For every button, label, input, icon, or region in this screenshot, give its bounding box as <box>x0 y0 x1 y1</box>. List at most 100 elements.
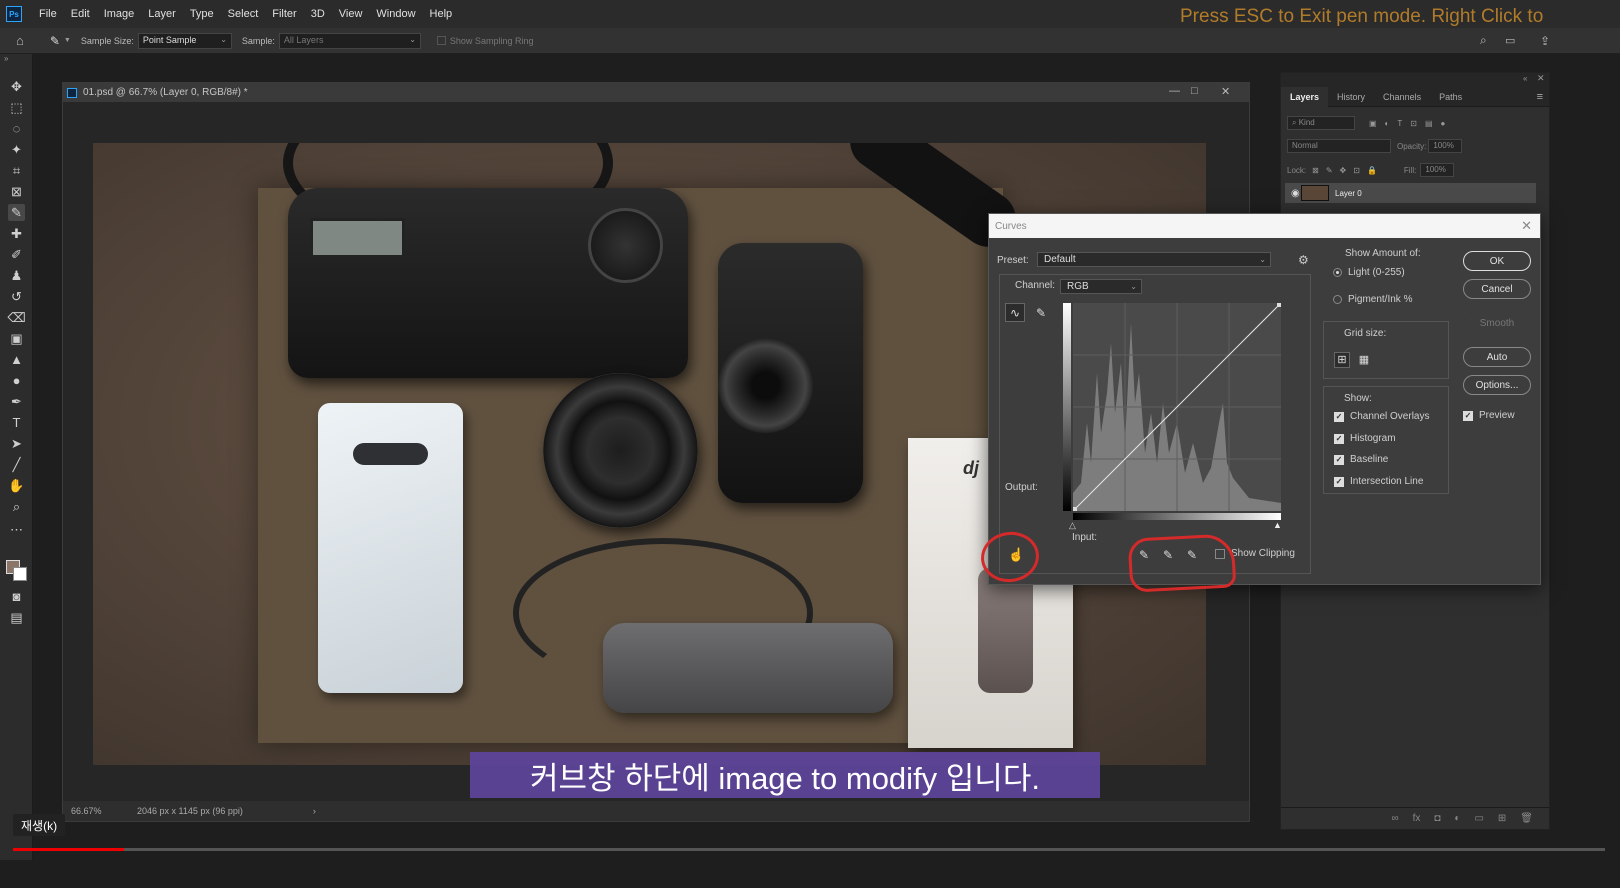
folder-icon[interactable]: ▭ <box>1474 813 1483 824</box>
fill-input[interactable]: 100% <box>1420 163 1455 177</box>
quick-mask-icon[interactable]: ◙ <box>8 588 25 605</box>
close-icon[interactable]: ✕ <box>1221 85 1230 98</box>
light-radio[interactable]: Light (0-255) <box>1333 267 1405 278</box>
opacity-input[interactable]: 100% <box>1428 139 1463 153</box>
auto-button[interactable]: Auto <box>1463 347 1531 367</box>
layer-kind-filter[interactable]: ⌕ Kind <box>1287 116 1355 130</box>
fx-icon[interactable]: fx <box>1413 813 1421 824</box>
expand-icon[interactable]: » <box>4 54 8 63</box>
pigment-radio[interactable]: Pigment/Ink % <box>1333 294 1412 305</box>
eye-icon[interactable]: ◉ <box>1291 188 1300 199</box>
white-point-slider[interactable]: ▲ <box>1273 520 1282 530</box>
menu-edit[interactable]: Edit <box>64 8 97 20</box>
chevron-right-icon[interactable]: › <box>313 806 316 816</box>
menu-view[interactable]: View <box>332 8 370 20</box>
more-tools-icon[interactable]: ⋯ <box>8 521 25 538</box>
show-sampling-ring-checkbox[interactable]: Show Sampling Ring <box>436 36 533 46</box>
minimize-icon[interactable]: — <box>1169 85 1180 97</box>
preset-gear-icon[interactable]: ⚙ <box>1298 253 1309 267</box>
curves-titlebar[interactable]: Curves ✕ <box>989 214 1540 238</box>
menu-3d[interactable]: 3D <box>304 8 332 20</box>
new-layer-icon[interactable]: ⊞ <box>1498 813 1506 824</box>
menu-file[interactable]: File <box>32 8 64 20</box>
blend-mode-select[interactable]: Normal <box>1287 139 1391 153</box>
brush-tool-icon[interactable]: ✐ <box>8 246 25 263</box>
type-tool-icon[interactable]: T <box>8 414 25 431</box>
maximize-icon[interactable]: □ <box>1191 85 1198 97</box>
gray-eyedropper-icon[interactable]: ✎ <box>1163 548 1173 562</box>
frame-tool-icon[interactable]: ⊠ <box>8 183 25 200</box>
menu-select[interactable]: Select <box>221 8 266 20</box>
menu-window[interactable]: Window <box>369 8 422 20</box>
video-progress-bar[interactable] <box>13 848 1605 851</box>
close-icon[interactable]: ✕ <box>1521 218 1532 234</box>
curve-graph[interactable] <box>1073 303 1281 511</box>
tab-layers[interactable]: Layers <box>1281 86 1329 107</box>
dodge-tool-icon[interactable]: ● <box>8 372 25 389</box>
simple-grid-icon[interactable]: ⊞ <box>1334 352 1350 368</box>
pencil-draw-icon[interactable]: ✎ <box>1031 303 1051 322</box>
ok-button[interactable]: OK <box>1463 251 1531 271</box>
blur-tool-icon[interactable]: ▲ <box>8 351 25 368</box>
curve-point-tool-icon[interactable]: ∿ <box>1005 303 1025 322</box>
preview-checkbox[interactable]: ✓ Preview <box>1463 410 1515 421</box>
tab-paths[interactable]: Paths <box>1430 87 1471 107</box>
menu-help[interactable]: Help <box>423 8 460 20</box>
zoom-level[interactable]: 66.67% <box>71 806 131 816</box>
healing-brush-tool-icon[interactable]: ✚ <box>8 225 25 242</box>
collapse-icon[interactable]: « <box>1523 74 1527 83</box>
tab-channels[interactable]: Channels <box>1374 87 1430 107</box>
crop-tool-icon[interactable]: ⌗ <box>8 162 25 179</box>
chevron-down-icon[interactable]: ▼ <box>64 37 71 44</box>
background-color-swatch[interactable] <box>13 567 27 581</box>
histogram-checkbox[interactable]: ✓ Histogram <box>1334 433 1396 444</box>
panel-menu-icon[interactable]: ≡ <box>1537 91 1543 103</box>
eyedropper-tool-icon[interactable]: ✎ <box>50 34 60 48</box>
channel-overlays-checkbox[interactable]: ✓ Channel Overlays <box>1334 411 1429 422</box>
filter-icons[interactable]: ▣◐T⊡▤● <box>1369 119 1453 128</box>
lock-icons[interactable]: ⊠✎✥⊡🔒 <box>1312 166 1384 175</box>
lasso-tool-icon[interactable]: ◌ <box>8 120 25 137</box>
search-icon[interactable]: ⌕ <box>1480 33 1487 48</box>
workspace-icon[interactable]: ▭ <box>1505 34 1515 47</box>
baseline-checkbox[interactable]: ✓ Baseline <box>1334 454 1388 465</box>
pen-tool-icon[interactable]: ✒ <box>8 393 25 410</box>
share-icon[interactable]: ⇪ <box>1540 34 1550 48</box>
adjustment-icon[interactable]: ◐ <box>1454 813 1460 824</box>
menu-filter[interactable]: Filter <box>265 8 303 20</box>
on-image-adjust-icon[interactable]: ☝ <box>1008 547 1024 563</box>
cancel-button[interactable]: Cancel <box>1463 279 1531 299</box>
hand-tool-icon[interactable]: ✋ <box>8 477 25 494</box>
trash-icon[interactable]: 🗑 <box>1520 813 1533 824</box>
magic-wand-tool-icon[interactable]: ✦ <box>8 141 25 158</box>
marquee-tool-icon[interactable]: ⬚ <box>8 99 25 116</box>
mask-icon[interactable]: ◘ <box>1434 813 1440 824</box>
tab-history[interactable]: History <box>1328 87 1374 107</box>
preset-select[interactable]: Default ⌄ <box>1037 252 1271 267</box>
menu-layer[interactable]: Layer <box>141 8 183 20</box>
eyedropper-tool-icon[interactable]: ✎ <box>8 204 25 221</box>
show-clipping-checkbox[interactable]: Show Clipping <box>1215 548 1295 559</box>
sample-select[interactable]: All Layers ⌄ <box>278 32 421 49</box>
layer-row[interactable]: ◉ Layer 0 <box>1285 183 1536 203</box>
home-icon[interactable]: ⌂ <box>16 33 24 48</box>
gradient-tool-icon[interactable]: ▣ <box>8 330 25 347</box>
black-eyedropper-icon[interactable]: ✎ <box>1139 548 1149 562</box>
history-brush-tool-icon[interactable]: ↺ <box>8 288 25 305</box>
menu-type[interactable]: Type <box>183 8 221 20</box>
zoom-tool-icon[interactable]: ⌕ <box>8 498 25 515</box>
eraser-tool-icon[interactable]: ⌫ <box>7 309 25 326</box>
screen-mode-icon[interactable]: ▤ <box>8 609 25 626</box>
move-tool-icon[interactable]: ✥ <box>8 78 25 95</box>
smooth-button[interactable]: Smooth <box>1463 313 1531 333</box>
line-tool-icon[interactable]: ╱ <box>8 456 25 473</box>
path-selection-tool-icon[interactable]: ➤ <box>8 435 25 452</box>
intersection-line-checkbox[interactable]: ✓ Intersection Line <box>1334 476 1423 487</box>
close-icon[interactable]: ✕ <box>1537 73 1545 84</box>
menu-image[interactable]: Image <box>97 8 142 20</box>
black-point-slider[interactable]: △ <box>1069 520 1076 531</box>
sample-size-select[interactable]: Point Sample ⌄ <box>137 32 232 49</box>
white-eyedropper-icon[interactable]: ✎ <box>1187 548 1197 562</box>
clone-stamp-tool-icon[interactable]: ♟ <box>8 267 25 284</box>
detailed-grid-icon[interactable]: ▦ <box>1356 352 1372 368</box>
